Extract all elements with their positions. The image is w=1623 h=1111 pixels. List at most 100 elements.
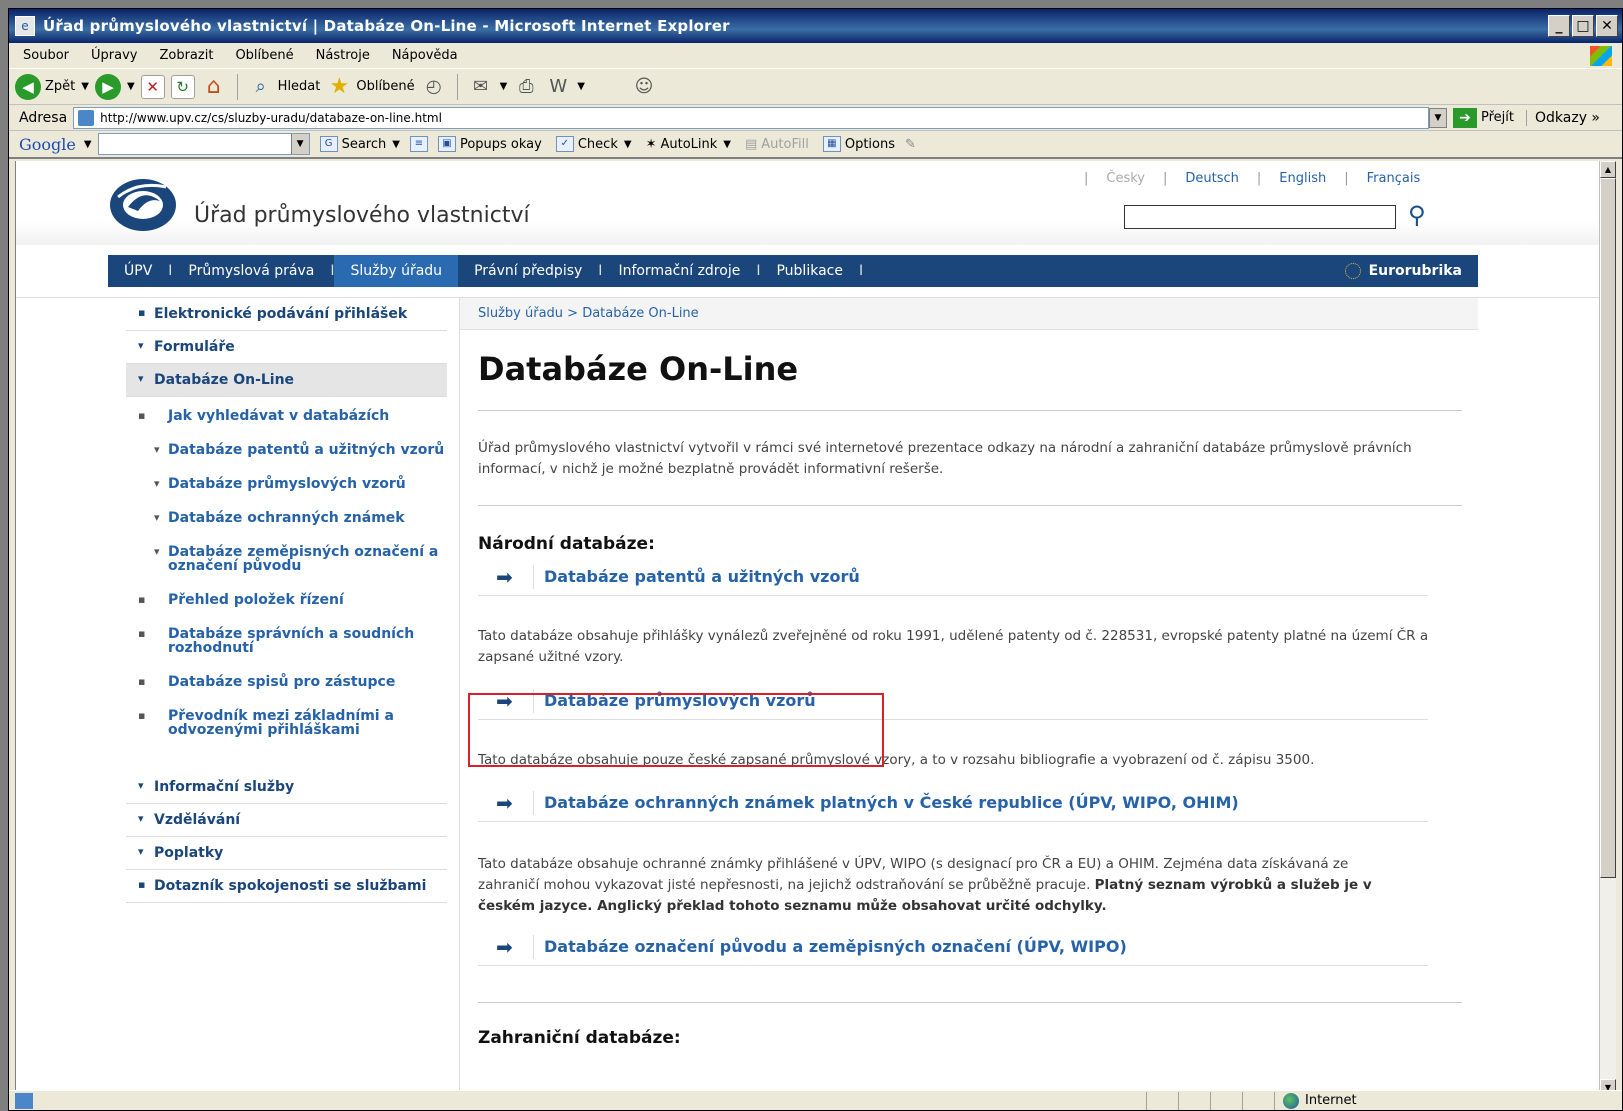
- menu-zobrazit[interactable]: Zobrazit: [159, 48, 213, 63]
- nav-prumyslova-prava[interactable]: Průmyslová práva: [172, 255, 330, 287]
- sidebar-item-informacni-sluzby[interactable]: ▾ Informační služby: [126, 771, 447, 804]
- sidebar-subitem-prumyslove-vzory[interactable]: ▾ Databáze průmyslových vzorů: [126, 473, 447, 495]
- nav-informacni-zdroje[interactable]: Informační zdroje: [602, 255, 756, 287]
- back-arrow-icon: ◀: [15, 73, 41, 100]
- intro-text: Úřad průmyslového vlastnictví vytvořil v…: [478, 440, 1412, 477]
- toolbar-separator: [236, 73, 238, 100]
- bullet-icon: ▪: [138, 878, 146, 891]
- browser-window: e Úřad průmyslového vlastnictví | Databá…: [8, 8, 1623, 1111]
- lang-english[interactable]: English: [1279, 171, 1326, 186]
- nav-publikace[interactable]: Publikace: [760, 255, 859, 287]
- links-toolbar[interactable]: Odkazy »: [1526, 109, 1622, 126]
- home-icon[interactable]: ⌂: [201, 74, 227, 100]
- page-icon: [78, 109, 95, 126]
- favorites-button[interactable]: ★ Oblíbené: [326, 74, 415, 100]
- db-link-origin[interactable]: ➡ Databáze označení původu a zeměpisných…: [478, 928, 1428, 966]
- windows-logo-icon: [1590, 45, 1612, 66]
- menu-nastroje[interactable]: Nástroje: [316, 48, 370, 63]
- lang-separator: |: [1163, 171, 1168, 186]
- bullet-icon: ▪: [138, 306, 146, 319]
- popups-button[interactable]: ▣ Popups okay: [434, 136, 546, 152]
- sidebar-subitem-jak-vyhledavat[interactable]: ▪ Jak vyhledávat v databázích: [126, 405, 447, 427]
- breadcrumb[interactable]: Služby úřadu > Databáze On-Line: [460, 298, 1478, 330]
- sidebar-subitem-zemepisna-oznaceni[interactable]: ▾ Databáze zeměpisných označení a označe…: [126, 541, 447, 577]
- eurorubrika-link[interactable]: Eurorubrika: [1344, 263, 1478, 279]
- lang-francais[interactable]: Français: [1367, 171, 1421, 186]
- chevron-down-icon[interactable]: ▼: [290, 134, 309, 154]
- google-logo[interactable]: Google: [19, 135, 76, 154]
- db-link-trademarks[interactable]: ➡ Databáze ochranných známek platných v …: [478, 784, 1428, 822]
- news-icon[interactable]: ≡: [409, 136, 428, 152]
- sidebar-item-databaze-online[interactable]: ▾ Databáze On-Line: [126, 364, 447, 397]
- site-search-input[interactable]: [1124, 205, 1396, 229]
- minimize-button[interactable]: _: [1548, 15, 1570, 37]
- maximize-button[interactable]: □: [1572, 15, 1594, 37]
- google-search-button[interactable]: G Search ▼: [316, 136, 404, 152]
- go-button[interactable]: ➔ Přejít: [1453, 107, 1514, 128]
- search-icon[interactable]: ⚲: [1408, 201, 1426, 229]
- back-button[interactable]: ◀ Zpět ▼: [15, 73, 89, 100]
- nav-pravni-predpisy[interactable]: Právní předpisy: [458, 255, 598, 287]
- sidebar-item-poplatky[interactable]: ▾ Poplatky: [126, 837, 447, 870]
- menu-soubor[interactable]: Soubor: [23, 48, 69, 63]
- caret-down-icon: ▾: [154, 545, 160, 558]
- chevron-down-icon[interactable]: ▼: [84, 139, 92, 150]
- autolink-icon: ✶: [645, 136, 657, 152]
- word-icon: W: [549, 76, 568, 97]
- forward-button[interactable]: ▶ ▼: [94, 73, 135, 100]
- sidebar-subitem-spisy-zastupce[interactable]: ▪ Databáze spisů pro zástupce: [126, 671, 447, 693]
- edit-button[interactable]: W ▼: [545, 74, 585, 100]
- stop-icon[interactable]: ✕: [140, 74, 165, 99]
- db-link-label: Databáze ochranných známek platných v Če…: [544, 793, 1239, 812]
- sidebar-subitem-prehled-polozek[interactable]: ▪ Přehled položek řízení: [126, 589, 447, 611]
- lang-separator: |: [1084, 171, 1089, 186]
- vertical-scrollbar[interactable]: ▲ ▼: [1599, 161, 1616, 1096]
- db-link-designs[interactable]: ➡ Databáze průmyslových vzorů: [478, 682, 1428, 720]
- refresh-icon[interactable]: ↻: [170, 74, 195, 99]
- caret-down-icon: ▾: [154, 477, 160, 490]
- messenger-icon[interactable]: ☺: [631, 74, 657, 100]
- close-button[interactable]: ✕: [1596, 15, 1618, 37]
- menu-oblibene[interactable]: Oblíbené: [235, 48, 293, 63]
- history-icon[interactable]: ◴: [421, 74, 447, 100]
- site-header: Úřad průmyslového vlastnictví | Česky | …: [16, 161, 1600, 245]
- lang-cesky[interactable]: Česky: [1106, 171, 1145, 186]
- google-search-input[interactable]: ▼: [97, 133, 310, 155]
- sidebar-subitem-patenty[interactable]: ▾ Databáze patentů a užitných vzorů: [126, 439, 447, 461]
- sidebar-subitem-rozhodnuti[interactable]: ▪ Databáze správních a soudních rozhodnu…: [126, 623, 447, 659]
- sidebar-subitem-prevodnik[interactable]: ▪ Převodník mezi základními a odvozenými…: [126, 705, 447, 741]
- address-input[interactable]: http://www.upv.cz/cs/sluzby-uradu/databa…: [73, 106, 1429, 129]
- address-dropdown-icon[interactable]: ▼: [1429, 107, 1447, 128]
- sidebar-item-label: Elektronické podávání přihlášek: [154, 306, 408, 322]
- google-search-label: Search: [341, 136, 387, 152]
- pencil-icon[interactable]: ✎: [905, 137, 916, 152]
- autolink-button[interactable]: ✶ AutoLink ▼: [642, 137, 735, 152]
- lang-deutsch[interactable]: Deutsch: [1185, 171, 1239, 186]
- google-toolbar: Google ▼ ▼ G Search ▼ ≡ ▣ Popups okay ✓ …: [9, 131, 1622, 159]
- options-button[interactable]: ▦ Options: [819, 136, 899, 152]
- mail-button[interactable]: ✉ ▼: [468, 74, 507, 100]
- sidebar-item-dotaznik[interactable]: ▪ Dotazník spokojenosti se službami: [126, 870, 447, 903]
- sidebar-subitem-label: Databáze správních a soudních rozhodnutí: [168, 626, 415, 656]
- nav-upv[interactable]: ÚPV: [108, 255, 168, 287]
- sidebar-item-label: Databáze On-Line: [154, 372, 295, 388]
- search-button[interactable]: ⌕ Hledat: [248, 74, 321, 100]
- menu-napoveda[interactable]: Nápověda: [392, 48, 458, 63]
- lang-separator: |: [1256, 171, 1262, 186]
- sidebar-subitem-ochranne-znamky[interactable]: ▾ Databáze ochranných známek: [126, 507, 447, 529]
- sidebar-item-vzdelavani[interactable]: ▾ Vzdělávání: [126, 804, 447, 837]
- popups-label: Popups okay: [459, 136, 542, 152]
- scroll-thumb[interactable]: [1600, 178, 1616, 878]
- status-cell: [1210, 1091, 1242, 1110]
- title-bar: e Úřad průmyslového vlastnictví | Databá…: [9, 9, 1622, 43]
- scroll-up-icon[interactable]: ▲: [1600, 161, 1616, 178]
- db-link-patents[interactable]: ➡ Databáze patentů a užitných vzorů: [478, 558, 1428, 596]
- nav-sluzby-uradu[interactable]: Služby úřadu: [334, 255, 459, 287]
- sidebar-item-elektronicke-podavani[interactable]: ▪ Elektronické podávání přihlášek: [126, 298, 447, 331]
- menu-upravy[interactable]: Úpravy: [91, 48, 137, 63]
- autofill-button[interactable]: ▤ AutoFill: [741, 137, 813, 152]
- sidebar-item-formulare[interactable]: ▾ Formuláře: [126, 331, 447, 364]
- spellcheck-button[interactable]: ✓ Check ▼: [552, 136, 636, 152]
- sidebar-subitem-label: Jak vyhledávat v databázích: [168, 408, 390, 424]
- print-icon[interactable]: ⎙: [513, 74, 539, 100]
